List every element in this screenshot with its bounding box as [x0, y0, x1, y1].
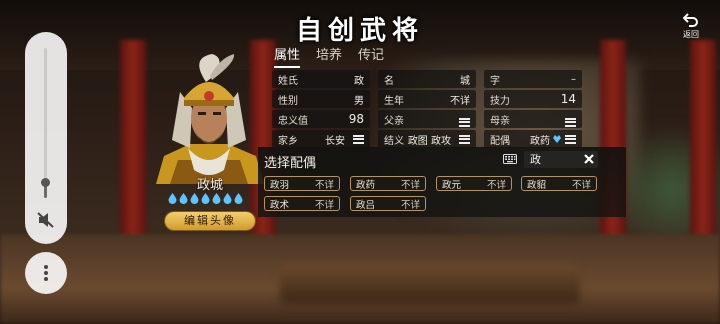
- keyboard-icon[interactable]: [503, 154, 517, 164]
- spouse-field[interactable]: 配偶 政药: [484, 130, 582, 148]
- spouse-option[interactable]: 政术 不详: [264, 196, 340, 211]
- loyalty-field[interactable]: 忠义值 98: [272, 110, 370, 128]
- hometown-field[interactable]: 家乡 长安: [272, 130, 370, 148]
- skill-field[interactable]: 技力 14: [484, 90, 582, 108]
- water-drop-icon: [223, 193, 232, 204]
- more-icon: [44, 265, 48, 281]
- spouse-panel-title: 选择配偶: [264, 156, 317, 171]
- water-drop-icon: [212, 193, 221, 204]
- surname-value: 政: [354, 75, 364, 87]
- tab-bar: 属性 培养 传记: [274, 44, 384, 68]
- volume-slider-track[interactable]: [44, 48, 47, 198]
- back-icon: [682, 13, 698, 27]
- birth-year-field[interactable]: 生年 不详: [378, 90, 476, 108]
- hometown-value: 长安: [325, 135, 345, 147]
- general-portrait: [156, 54, 264, 184]
- tab-training[interactable]: 培养: [316, 44, 342, 68]
- courtesy-name-value: –: [571, 73, 576, 85]
- gender-field[interactable]: 性别 男: [272, 90, 370, 108]
- character-name: 政城: [196, 178, 223, 193]
- back-button[interactable]: 返回: [676, 12, 706, 40]
- back-label: 返回: [683, 30, 699, 39]
- skill-value: 14: [560, 92, 576, 106]
- gender-value: 男: [354, 95, 364, 107]
- spouse-option[interactable]: 政貂 不详: [521, 176, 597, 191]
- water-drop-icon: [201, 193, 210, 204]
- given-name-value: 城: [460, 75, 470, 87]
- spouse-option[interactable]: 政元 不详: [436, 176, 512, 191]
- birth-year-value: 不详: [450, 95, 470, 107]
- volume-control: [25, 32, 67, 244]
- tab-biography[interactable]: 传记: [358, 44, 384, 68]
- courtesy-name-field[interactable]: 字 –: [484, 70, 582, 88]
- loyalty-value: 98: [348, 112, 364, 126]
- close-icon[interactable]: [583, 153, 595, 165]
- mother-field[interactable]: 母亲: [484, 110, 582, 128]
- water-drop-icon: [190, 193, 199, 204]
- sworn-field[interactable]: 结义 政图 政攻: [378, 130, 476, 148]
- page-title: 自创武将: [295, 16, 424, 46]
- rating-drops: [168, 193, 243, 204]
- spouse-option[interactable]: 政羽 不详: [264, 176, 340, 191]
- mute-icon[interactable]: [36, 210, 56, 230]
- spouse-marker-icon: [553, 135, 561, 143]
- menu-icon[interactable]: [459, 117, 470, 127]
- menu-icon[interactable]: [459, 134, 470, 144]
- spouse-selection-panel: 选择配偶 政 政羽 不详 政药 不详 政元 不详 政貂 不详 政术 不详 政吕 …: [258, 147, 626, 217]
- edit-avatar-button[interactable]: 编辑头像: [165, 212, 255, 230]
- menu-icon[interactable]: [353, 134, 364, 144]
- volume-slider-handle[interactable]: [41, 178, 50, 187]
- menu-icon[interactable]: [565, 117, 576, 127]
- surname-field[interactable]: 姓氏 政: [272, 70, 370, 88]
- spouse-option[interactable]: 政吕 不详: [350, 196, 426, 211]
- water-drop-icon: [179, 193, 188, 204]
- given-name-field[interactable]: 名 城: [378, 70, 476, 88]
- father-field[interactable]: 父亲: [378, 110, 476, 128]
- sworn-value: 政图 政攻: [407, 135, 451, 147]
- water-drop-icon: [234, 193, 243, 204]
- water-drop-icon: [168, 193, 177, 204]
- more-button[interactable]: [25, 252, 67, 294]
- spouse-value: 政药: [530, 135, 550, 147]
- spouse-option[interactable]: 政药 不详: [350, 176, 426, 191]
- tab-attributes[interactable]: 属性: [274, 44, 301, 68]
- menu-icon[interactable]: [565, 134, 576, 144]
